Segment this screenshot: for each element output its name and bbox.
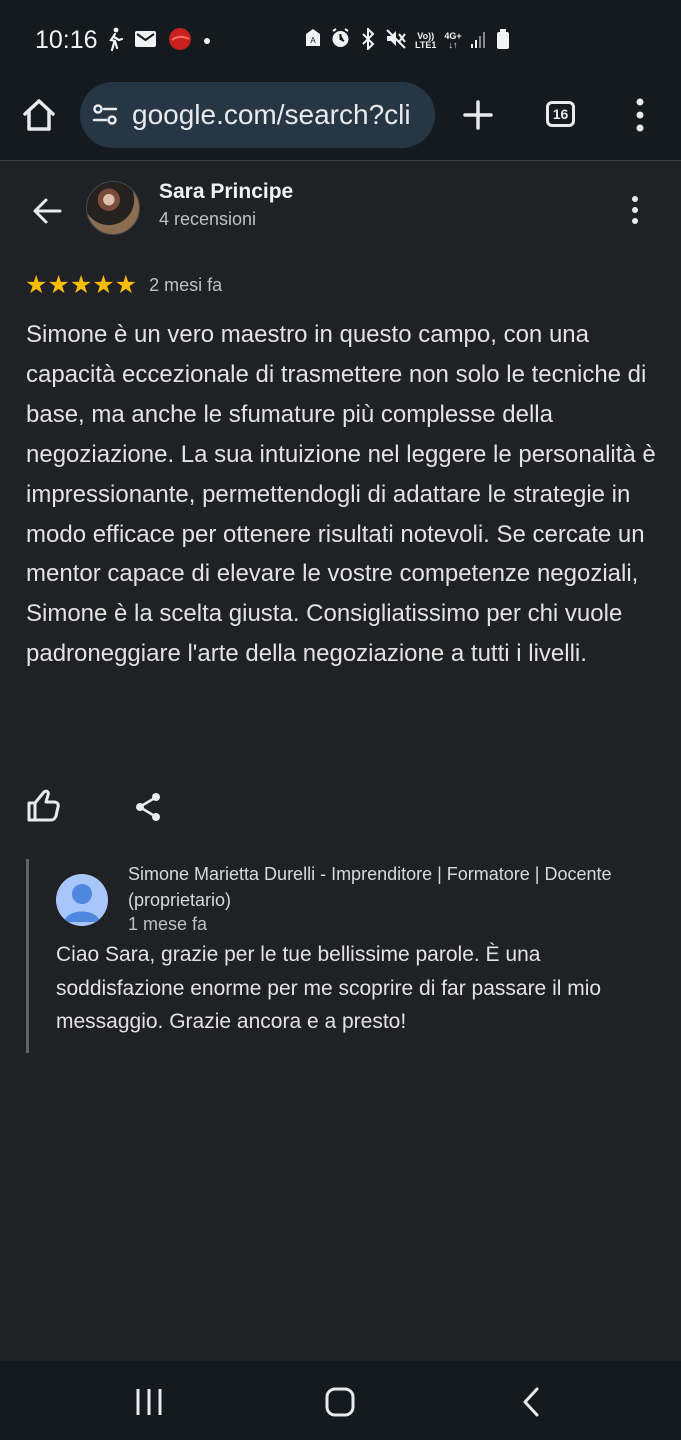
browser-menu-button[interactable] (634, 97, 646, 133)
recent-apps-icon (136, 1389, 162, 1415)
chevron-left-icon (523, 1387, 539, 1417)
alarm-icon (330, 28, 351, 54)
share-icon (136, 793, 160, 821)
tabs-count-button[interactable]: 16 (546, 101, 575, 127)
status-time: 10:16 (35, 26, 98, 54)
owner-reply: Simone Marietta Durelli - Imprenditore |… (26, 859, 656, 1053)
signal-icon (470, 29, 488, 54)
rating-row: ★★★★★ 2 mesi fa (25, 272, 222, 298)
system-home-button[interactable] (323, 1385, 357, 1419)
reviewer-avatar[interactable] (86, 181, 140, 235)
home-icon (23, 99, 55, 131)
arrow-left-icon (33, 198, 62, 224)
url-text[interactable]: google.com/search?cli (132, 99, 428, 131)
recent-apps-button[interactable] (134, 1387, 164, 1417)
saver-icon: A (304, 28, 322, 54)
status-left-icons (106, 27, 211, 56)
like-button[interactable] (26, 789, 60, 823)
notification-dot-icon (203, 32, 211, 50)
app-notification-icon (167, 27, 193, 56)
review-date: 2 mesi fa (149, 274, 223, 295)
owner-name[interactable]: Simone Marietta Durelli - Imprenditore |… (128, 861, 628, 913)
walking-icon (106, 27, 124, 56)
address-bar[interactable]: google.com/search?cli (80, 82, 435, 148)
status-bar: 10:16 A Vo)) LTE1 4G+ ↓↑ (0, 0, 681, 82)
review-detail-page: Sara Principe 4 recensioni ★★★★★ 2 mesi … (0, 161, 681, 1361)
owner-avatar[interactable] (56, 874, 108, 926)
more-vertical-icon (632, 196, 638, 224)
browser-toolbar: google.com/search?cli 16 (0, 82, 681, 161)
mobile-data-icon: 4G+ ↓↑ (444, 31, 462, 50)
status-right-icons: A Vo)) LTE1 4G+ ↓↑ (304, 26, 510, 55)
mail-icon (134, 29, 157, 54)
system-back-button[interactable] (518, 1385, 544, 1419)
site-settings-icon[interactable] (92, 103, 118, 127)
review-more-button[interactable] (626, 192, 644, 228)
share-button[interactable] (133, 791, 163, 823)
star-rating-icons: ★★★★★ (25, 270, 138, 299)
plus-icon (463, 100, 493, 130)
mute-icon (385, 28, 407, 54)
new-tab-button[interactable] (463, 100, 493, 130)
reviewer-name[interactable]: Sara Principe (159, 180, 293, 204)
back-button[interactable] (30, 194, 64, 228)
svg-text:A: A (310, 36, 316, 45)
reply-divider (26, 859, 29, 1053)
rounded-square-icon (325, 1387, 355, 1417)
person-icon (64, 884, 100, 922)
reviewer-review-count[interactable]: 4 recensioni (159, 209, 256, 230)
more-vertical-icon (636, 98, 644, 132)
thumbs-up-icon (27, 789, 60, 822)
system-navigation-bar (0, 1361, 681, 1440)
bluetooth-icon (359, 26, 377, 55)
volte-icon: Vo)) LTE1 (415, 31, 437, 50)
battery-icon (496, 28, 510, 55)
home-button[interactable] (20, 96, 58, 134)
review-text: Simone è un vero maestro in questo campo… (26, 321, 656, 668)
owner-reply-text: Ciao Sara, grazie per le tue bellissime … (56, 943, 602, 1033)
owner-reply-date: 1 mese fa (128, 914, 208, 934)
